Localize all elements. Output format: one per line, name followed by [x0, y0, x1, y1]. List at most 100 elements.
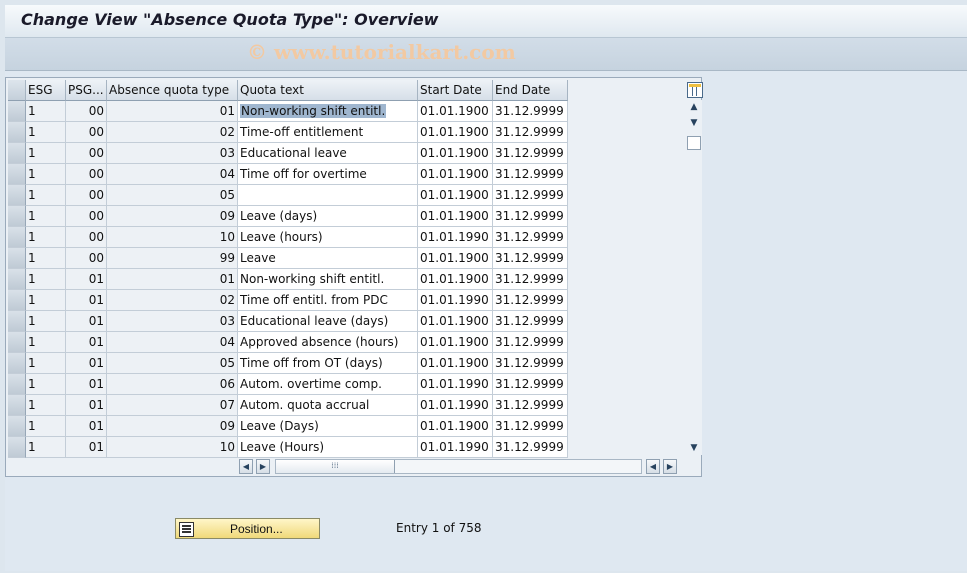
cell-quota-text[interactable]: Leave: [238, 248, 418, 269]
cell-end-date[interactable]: 31.12.9999: [493, 227, 568, 248]
cell-start-date[interactable]: 01.01.1990: [418, 227, 493, 248]
scroll-left-icon[interactable]: ◀: [239, 459, 253, 474]
row-selector-button[interactable]: [8, 164, 26, 185]
vertical-scroll-thumb[interactable]: [687, 136, 701, 150]
table-row[interactable]: 1 00 99 Leave 01.01.1900 31.12.9999: [8, 248, 568, 269]
cell-end-date[interactable]: 31.12.9999: [493, 311, 568, 332]
cell-start-date[interactable]: 01.01.1990: [418, 395, 493, 416]
row-selector-button[interactable]: [8, 353, 26, 374]
cell-end-date[interactable]: 31.12.9999: [493, 185, 568, 206]
cell-quota-text[interactable]: Educational leave (days): [238, 311, 418, 332]
cell-end-date[interactable]: 31.12.9999: [493, 437, 568, 458]
cell-quota-text[interactable]: Time-off entitlement: [238, 122, 418, 143]
cell-quota-text[interactable]: Leave (Days): [238, 416, 418, 437]
cell-start-date[interactable]: 01.01.1900: [418, 206, 493, 227]
cell-end-date[interactable]: 31.12.9999: [493, 353, 568, 374]
column-header-esg[interactable]: ESG: [26, 80, 66, 101]
scroll-up-icon[interactable]: ▲: [687, 100, 701, 114]
table-row[interactable]: 1 01 10 Leave (Hours) 01.01.1990 31.12.9999: [8, 437, 568, 458]
table-row[interactable]: 1 01 09 Leave (Days) 01.01.1900 31.12.9999: [8, 416, 568, 437]
table-row[interactable]: 1 00 09 Leave (days) 01.01.1900 31.12.9999: [8, 206, 568, 227]
table-row[interactable]: 1 01 06 Autom. overtime comp. 01.01.1990 31.1…: [8, 374, 568, 395]
cell-start-date[interactable]: 01.01.1900: [418, 353, 493, 374]
row-selector-button[interactable]: [8, 416, 26, 437]
column-header-absence-quota-type[interactable]: Absence quota type: [107, 80, 238, 101]
cell-start-date[interactable]: 01.01.1900: [418, 248, 493, 269]
cell-quota-text[interactable]: Leave (hours): [238, 227, 418, 248]
scroll-right-end-icon[interactable]: ▶: [663, 459, 677, 474]
cell-start-date[interactable]: 01.01.1900: [418, 143, 493, 164]
table-row[interactable]: 1 00 04 Time off for overtime 01.01.1900 31.1…: [8, 164, 568, 185]
table-row[interactable]: 1 01 04 Approved absence (hours) 01.01.1900 3…: [8, 332, 568, 353]
cell-start-date[interactable]: 01.01.1900: [418, 122, 493, 143]
cell-end-date[interactable]: 31.12.9999: [493, 290, 568, 311]
row-selector-button[interactable]: [8, 227, 26, 248]
row-selector-button[interactable]: [8, 185, 26, 206]
cell-start-date[interactable]: 01.01.1900: [418, 269, 493, 290]
table-row[interactable]: 1 00 05 01.01.1900 31.12.9999: [8, 185, 568, 206]
table-row[interactable]: 1 01 02 Time off entitl. from PDC 01.01.1990…: [8, 290, 568, 311]
position-button[interactable]: Position...: [175, 518, 320, 539]
cell-quota-text[interactable]: [238, 185, 418, 206]
row-selector-button[interactable]: [8, 143, 26, 164]
cell-end-date[interactable]: 31.12.9999: [493, 248, 568, 269]
cell-end-date[interactable]: 31.12.9999: [493, 269, 568, 290]
cell-quota-text[interactable]: Leave (days): [238, 206, 418, 227]
table-row[interactable]: 1 01 03 Educational leave (days) 01.01.1900 3…: [8, 311, 568, 332]
cell-quota-text[interactable]: Autom. overtime comp.: [238, 374, 418, 395]
cell-quota-text[interactable]: Leave (Hours): [238, 437, 418, 458]
row-selector-button[interactable]: [8, 437, 26, 458]
cell-start-date[interactable]: 01.01.1990: [418, 437, 493, 458]
table-row[interactable]: 1 00 01 Non-working shift entitl. 01.01.1900…: [8, 101, 568, 122]
vertical-scrollbar[interactable]: ▲ ▼ ▼: [686, 100, 702, 455]
column-configuration-icon[interactable]: [687, 82, 703, 98]
cell-start-date[interactable]: 01.01.1900: [418, 416, 493, 437]
cell-end-date[interactable]: 31.12.9999: [493, 164, 568, 185]
row-selector-button[interactable]: [8, 122, 26, 143]
cell-start-date[interactable]: 01.01.1900: [418, 101, 493, 122]
cell-quota-text[interactable]: Educational leave: [238, 143, 418, 164]
cell-quota-text[interactable]: Time off entitl. from PDC: [238, 290, 418, 311]
select-all-button[interactable]: [8, 80, 26, 101]
cell-quota-text[interactable]: Autom. quota accrual: [238, 395, 418, 416]
cell-end-date[interactable]: 31.12.9999: [493, 143, 568, 164]
cell-end-date[interactable]: 31.12.9999: [493, 374, 568, 395]
cell-end-date[interactable]: 31.12.9999: [493, 122, 568, 143]
cell-end-date[interactable]: 31.12.9999: [493, 101, 568, 122]
row-selector-button[interactable]: [8, 332, 26, 353]
scroll-left-end-icon[interactable]: ◀: [646, 459, 660, 474]
table-row[interactable]: 1 01 05 Time off from OT (days) 01.01.1900 31…: [8, 353, 568, 374]
cell-quota-text[interactable]: Time off for overtime: [238, 164, 418, 185]
cell-quota-text[interactable]: Approved absence (hours): [238, 332, 418, 353]
cell-quota-text[interactable]: Non-working shift entitl.: [238, 269, 418, 290]
horizontal-scroll-track[interactable]: ⁞⁞⁞: [275, 459, 642, 474]
cell-start-date[interactable]: 01.01.1990: [418, 290, 493, 311]
cell-start-date[interactable]: 01.01.1900: [418, 164, 493, 185]
row-selector-button[interactable]: [8, 206, 26, 227]
row-selector-button[interactable]: [8, 374, 26, 395]
cell-end-date[interactable]: 31.12.9999: [493, 395, 568, 416]
column-header-psg[interactable]: PSG...: [66, 80, 107, 101]
row-selector-button[interactable]: [8, 248, 26, 269]
cell-quota-text[interactable]: Non-working shift entitl.: [238, 101, 418, 122]
row-selector-button[interactable]: [8, 311, 26, 332]
cell-start-date[interactable]: 01.01.1900: [418, 185, 493, 206]
table-row[interactable]: 1 01 07 Autom. quota accrual 01.01.1990 31.12…: [8, 395, 568, 416]
scroll-down-page-icon[interactable]: ▼: [687, 116, 701, 130]
row-selector-button[interactable]: [8, 395, 26, 416]
table-row[interactable]: 1 00 10 Leave (hours) 01.01.1990 31.12.9999: [8, 227, 568, 248]
cell-start-date[interactable]: 01.01.1900: [418, 311, 493, 332]
cell-end-date[interactable]: 31.12.9999: [493, 206, 568, 227]
cell-start-date[interactable]: 01.01.1900: [418, 332, 493, 353]
horizontal-scroll-thumb[interactable]: ⁞⁞⁞: [276, 460, 395, 473]
scroll-right-icon[interactable]: ▶: [256, 459, 270, 474]
cell-end-date[interactable]: 31.12.9999: [493, 332, 568, 353]
table-row[interactable]: 1 01 01 Non-working shift entitl. 01.01.1900…: [8, 269, 568, 290]
row-selector-button[interactable]: [8, 290, 26, 311]
column-header-end-date[interactable]: End Date: [493, 80, 568, 101]
row-selector-button[interactable]: [8, 101, 26, 122]
cell-end-date[interactable]: 31.12.9999: [493, 416, 568, 437]
column-header-quota-text[interactable]: Quota text: [238, 80, 418, 101]
scroll-down-icon[interactable]: ▼: [687, 441, 701, 455]
cell-quota-text[interactable]: Time off from OT (days): [238, 353, 418, 374]
